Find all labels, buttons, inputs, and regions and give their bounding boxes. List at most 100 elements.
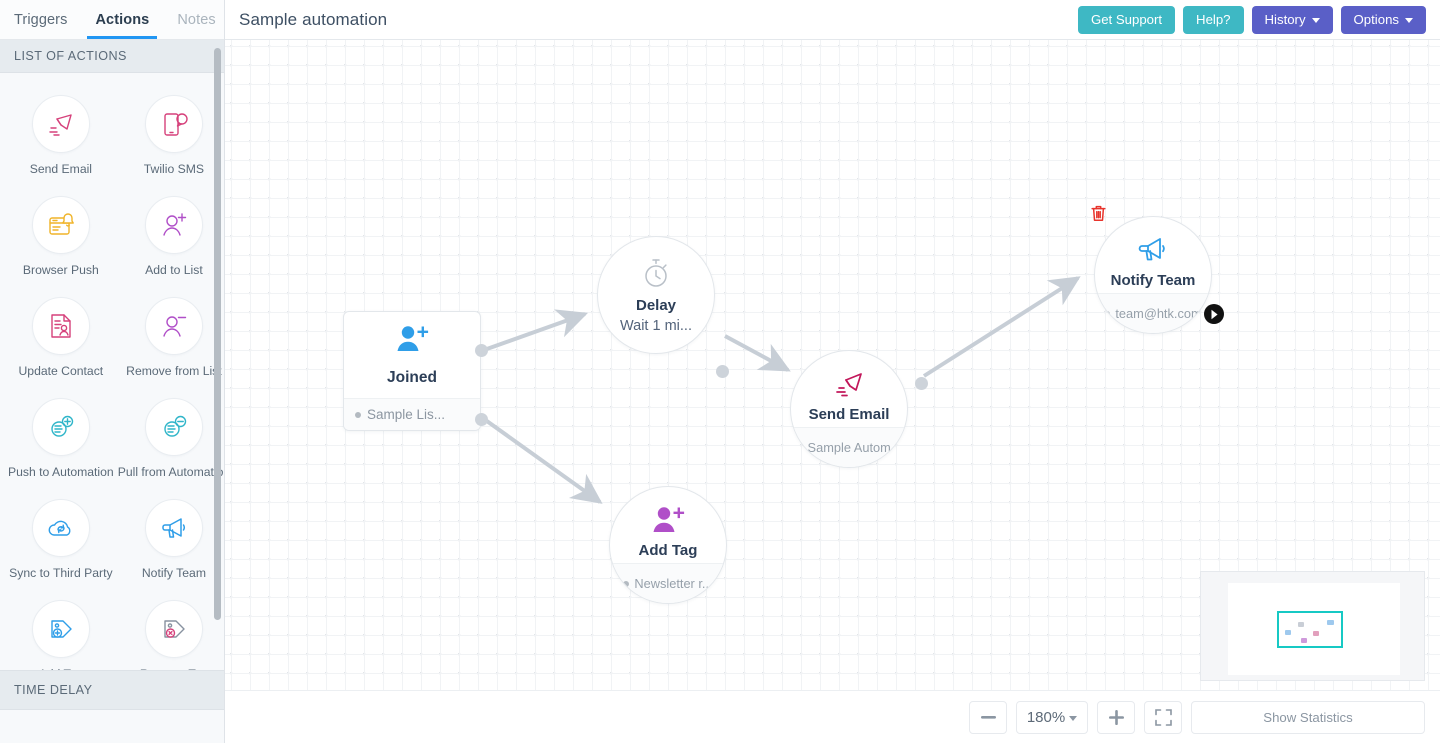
action-update-contact[interactable]: Update Contact: [6, 293, 116, 384]
node-add-tag-body[interactable]: Add Tag Newsletter r...: [609, 486, 727, 604]
tab-actions[interactable]: Actions: [81, 0, 163, 39]
action-label: Notify Team: [141, 566, 206, 581]
node-delay-body[interactable]: Delay Wait 1 mi...: [597, 236, 715, 354]
automation-minus-icon: [144, 398, 203, 457]
node-notify-team-subtitle: team@htk.com: [1095, 293, 1211, 333]
list-of-actions-header: LIST OF ACTIONS: [0, 40, 224, 73]
person-plus-icon: [395, 324, 429, 359]
fit-screen-button[interactable]: [1144, 700, 1182, 734]
sidebar-scrollbar[interactable]: [214, 48, 221, 620]
zoom-level-value: 180%: [1026, 708, 1066, 726]
action-label: Remove from List: [126, 364, 222, 379]
history-label: History: [1264, 12, 1306, 27]
automation-canvas[interactable]: Joined Sample Lis... Delay Wait 1 mi... …: [225, 40, 1440, 743]
node-joined-handle-bottom[interactable]: [475, 413, 488, 426]
canvas-minimap[interactable]: [1200, 571, 1425, 681]
node-joined-subtitle-text: Sample Lis...: [367, 407, 446, 422]
sidebar-tabs: Triggers Actions Notes: [0, 0, 224, 40]
node-notify-team-subtitle-text: team@htk.com: [1115, 306, 1202, 321]
tab-notes-label: Notes: [177, 11, 216, 28]
node-delay-title: Delay: [635, 297, 677, 314]
action-label: Push to Automation: [8, 465, 114, 480]
actions-scroll-area[interactable]: Send Email Twilio SMS Browser Push Add t…: [0, 73, 224, 743]
tab-triggers[interactable]: Triggers: [0, 0, 81, 39]
zoom-in-button[interactable]: [1097, 700, 1135, 734]
node-joined-body[interactable]: Joined Sample Lis...: [343, 311, 481, 431]
topbar-actions: Get Support Help? History Options: [1077, 5, 1426, 34]
action-browser-push[interactable]: Browser Push: [6, 192, 116, 283]
main-area: Sample automation Get Support Help? Hist…: [225, 0, 1440, 743]
list-of-actions-label: LIST OF ACTIONS: [14, 49, 127, 63]
actions-sidebar: Triggers Actions Notes LIST OF ACTIONS S…: [0, 0, 225, 743]
action-label: Update Contact: [18, 364, 104, 379]
sidebar-footer: [0, 710, 224, 743]
node-delay[interactable]: Delay Wait 1 mi...: [597, 236, 729, 378]
action-label: Sync to Third Party: [9, 566, 113, 581]
status-dot-icon: [623, 580, 630, 587]
node-delay-subtitle: Wait 1 mi...: [620, 318, 692, 334]
action-sync-to-third-party[interactable]: Sync to Third Party: [6, 495, 116, 586]
node-joined-title: Joined: [387, 368, 437, 386]
action-label: Send Email: [29, 162, 93, 176]
help-button[interactable]: Help?: [1183, 5, 1244, 34]
zoom-level-select[interactable]: 180%: [1016, 700, 1088, 734]
action-notify-team[interactable]: Notify Team: [116, 495, 224, 586]
actions-grid: Send Email Twilio SMS Browser Push Add t…: [0, 73, 224, 697]
node-notify-team-top: Notify Team: [1095, 217, 1211, 293]
history-button[interactable]: History: [1251, 5, 1333, 34]
node-joined[interactable]: Joined Sample Lis...: [343, 311, 488, 431]
action-label: Add to List: [145, 263, 203, 278]
action-twilio-sms[interactable]: Twilio SMS: [116, 91, 224, 182]
action-label: Browser Push: [22, 263, 99, 278]
action-remove-from-list[interactable]: Remove from List: [116, 293, 224, 384]
minimap-node: [1285, 630, 1291, 635]
node-send-email-body[interactable]: Send Email Sample Autom...: [790, 350, 908, 468]
node-send-email[interactable]: Send Email Sample Autom...: [790, 350, 928, 468]
tab-triggers-label: Triggers: [14, 11, 68, 28]
get-support-button[interactable]: Get Support: [1077, 5, 1176, 34]
delete-node-button[interactable]: [1088, 203, 1108, 223]
action-label: Twilio SMS: [143, 162, 205, 176]
tab-actions-label: Actions: [95, 11, 150, 28]
get-support-label: Get Support: [1090, 12, 1163, 27]
node-notify-team[interactable]: Notify Team team@htk.com: [1090, 205, 1224, 334]
node-add-tag-subtitle-text: Newsletter r...: [634, 576, 713, 591]
zoom-out-button[interactable]: [969, 700, 1007, 734]
chevron-down-icon: [1311, 18, 1320, 23]
action-push-to-automation[interactable]: Push to Automation: [6, 394, 116, 485]
minimap-canvas: [1228, 583, 1400, 675]
options-button[interactable]: Options: [1340, 5, 1426, 34]
node-next-step-button[interactable]: [1204, 304, 1224, 324]
node-joined-handle-top[interactable]: [475, 344, 488, 357]
node-add-tag-title: Add Tag: [638, 542, 698, 559]
help-label: Help?: [1196, 12, 1231, 27]
zoom-controls: 180% Show Statistics: [969, 700, 1425, 734]
stopwatch-icon: [641, 256, 671, 290]
envelope-send-icon: [833, 367, 865, 401]
node-add-tag-top: Add Tag: [610, 487, 726, 563]
tab-notes[interactable]: Notes: [163, 0, 229, 39]
status-dot-icon: [796, 444, 803, 451]
node-joined-top: Joined: [344, 312, 480, 398]
node-notify-team-body[interactable]: Notify Team team@htk.com: [1094, 216, 1212, 334]
status-dot-icon: [355, 411, 361, 418]
envelope-send-icon: [31, 95, 90, 153]
top-toolbar: Sample automation Get Support Help? Hist…: [225, 0, 1440, 40]
show-statistics-button[interactable]: Show Statistics: [1191, 700, 1425, 734]
time-delay-header: TIME DELAY: [0, 670, 224, 710]
node-add-tag[interactable]: Add Tag Newsletter r...: [609, 486, 727, 604]
browser-bell-icon: [31, 196, 90, 255]
minimap-viewport[interactable]: [1277, 611, 1343, 648]
node-delay-handle-right[interactable]: [716, 365, 729, 378]
person-plus-icon: [651, 503, 685, 537]
action-pull-from-automation[interactable]: Pull from Automation: [116, 394, 224, 485]
tag-plus-icon: [31, 600, 90, 659]
chevron-down-icon: [1069, 716, 1078, 721]
node-send-email-handle-right[interactable]: [915, 377, 928, 390]
node-joined-subtitle: Sample Lis...: [344, 398, 480, 430]
node-send-email-title: Send Email: [808, 406, 890, 423]
options-label: Options: [1353, 12, 1399, 27]
action-add-to-list[interactable]: Add to List: [116, 192, 224, 283]
minimap-node: [1301, 638, 1307, 643]
action-send-email[interactable]: Send Email: [6, 91, 116, 182]
